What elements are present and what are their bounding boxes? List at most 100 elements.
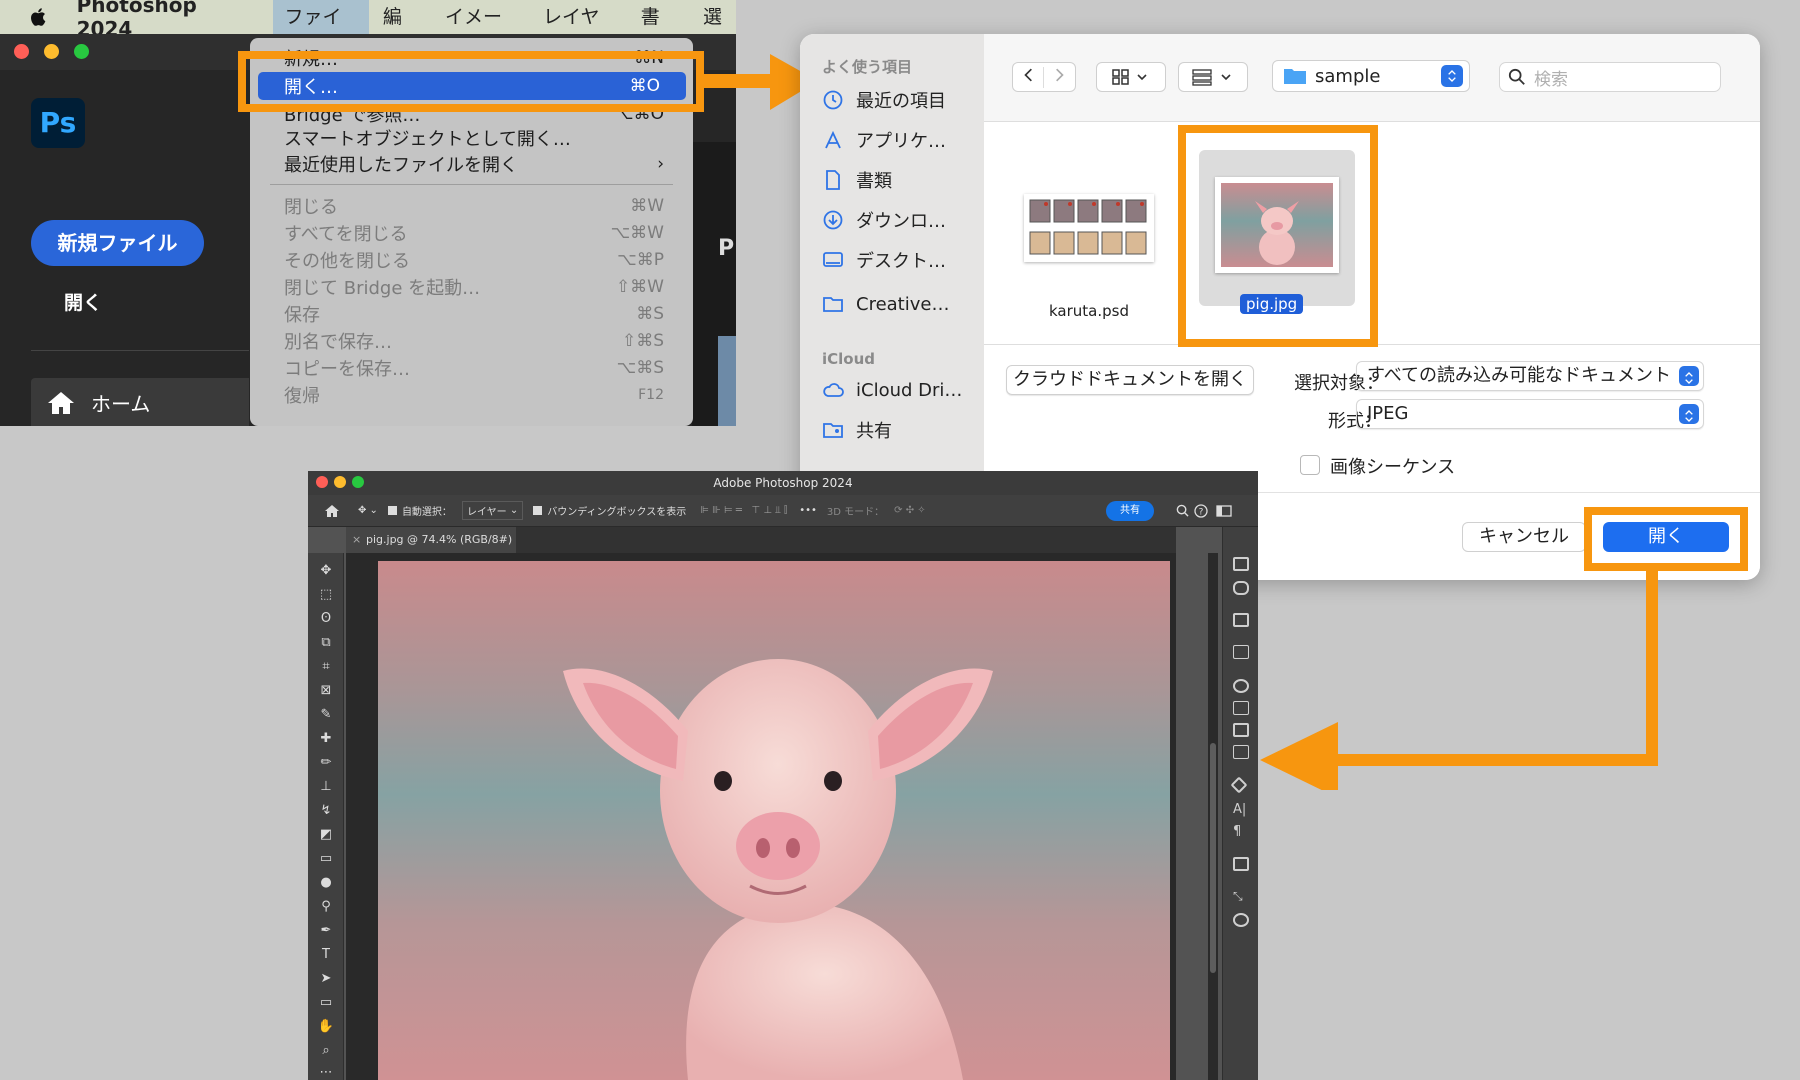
- menu-image[interactable]: イメージ: [433, 0, 529, 62]
- search-field[interactable]: 検索: [1499, 62, 1721, 92]
- folder-popup[interactable]: sample: [1272, 60, 1470, 92]
- recent-thumbnail[interactable]: [718, 336, 736, 426]
- paragraph-panel-icon[interactable]: ¶: [1233, 825, 1249, 839]
- crop-tool-icon[interactable]: ⌗: [316, 659, 336, 675]
- channels-panel-icon[interactable]: [1233, 913, 1249, 927]
- rectangle-tool-icon[interactable]: ▭: [316, 995, 336, 1011]
- healing-brush-tool-icon[interactable]: ✚: [316, 731, 336, 747]
- paths-panel-icon[interactable]: ⤡: [1233, 889, 1249, 903]
- minimize-window-icon[interactable]: [334, 476, 346, 488]
- character-panel-icon[interactable]: A|: [1233, 803, 1249, 817]
- forward-icon[interactable]: [1044, 67, 1075, 88]
- scrollbar-thumb[interactable]: [1210, 743, 1216, 973]
- auto-select-checkbox[interactable]: 自動選択：: [387, 503, 452, 518]
- pen-tool-icon[interactable]: ✒: [316, 923, 336, 939]
- minimize-window-icon[interactable]: [44, 44, 59, 59]
- align-icons[interactable]: ⊫ ⊪ ⊨ ═ ⊤ ⊥ ⫫ ⫿: [700, 505, 787, 516]
- menu-item-revert[interactable]: 復帰 F12: [284, 383, 664, 407]
- menu-file[interactable]: ファイル: [272, 0, 369, 62]
- sidebar-item-desktop[interactable]: デスクト…: [822, 246, 946, 274]
- sidebar-item-icloud-drive[interactable]: iCloud Dri…: [822, 376, 962, 404]
- more-tools-icon[interactable]: ⋯: [316, 1065, 336, 1080]
- zoom-window-icon[interactable]: [74, 44, 89, 59]
- layers-panel-icon[interactable]: [1230, 776, 1248, 794]
- menu-item-close-others[interactable]: その他を閉じる ⌥⌘P: [284, 248, 664, 272]
- image-sequence-checkbox[interactable]: [1300, 455, 1320, 475]
- 3d-panel-icon[interactable]: [1233, 857, 1249, 871]
- open-link[interactable]: 開く: [64, 288, 102, 315]
- sidebar-item-creative[interactable]: Creative…: [822, 290, 949, 318]
- format-select[interactable]: JPEG: [1356, 399, 1704, 429]
- history-panel-icon[interactable]: [1233, 557, 1249, 571]
- hand-tool-icon[interactable]: ✋: [316, 1019, 336, 1035]
- properties-panel-icon[interactable]: [1233, 613, 1249, 627]
- menu-item-open-recent[interactable]: 最近使用したファイルを開く ›: [284, 152, 664, 176]
- close-window-icon[interactable]: [316, 476, 328, 488]
- zoom-window-icon[interactable]: [352, 476, 364, 488]
- patterns-panel-icon[interactable]: [1233, 745, 1249, 759]
- eraser-tool-icon[interactable]: ◩: [316, 827, 336, 843]
- canvas-image[interactable]: [378, 561, 1170, 1080]
- dodge-tool-icon[interactable]: ⚲: [316, 899, 336, 915]
- document-tab[interactable]: × pig.jpg @ 74.4% (RGB/8#): [346, 527, 516, 553]
- help-icon[interactable]: ?: [1194, 503, 1208, 518]
- adjustments-panel-icon[interactable]: [1233, 645, 1249, 659]
- file-name[interactable]: karuta.psd: [1019, 302, 1159, 320]
- blur-tool-icon[interactable]: ●: [316, 875, 336, 891]
- type-tool-icon[interactable]: T: [316, 947, 336, 963]
- menu-item-open-as-smart-object[interactable]: スマートオブジェクトとして開く…: [284, 126, 664, 150]
- menu-item-save[interactable]: 保存 ⌘S: [284, 302, 664, 326]
- view-mode-button[interactable]: [1096, 62, 1166, 92]
- menu-item-save-as[interactable]: 別名で保存… ⇧⌘S: [284, 329, 664, 353]
- comments-panel-icon[interactable]: [1233, 581, 1249, 595]
- object-selection-tool-icon[interactable]: ⧉: [316, 635, 336, 651]
- menu-layer[interactable]: レイヤー: [531, 0, 627, 62]
- menu-item-close[interactable]: 閉じる ⌘W: [284, 194, 664, 218]
- gradient-tool-icon[interactable]: ▭: [316, 851, 336, 867]
- path-selection-tool-icon[interactable]: ➤: [316, 971, 336, 987]
- menu-edit[interactable]: 編集: [371, 0, 431, 62]
- sidebar-item-downloads[interactable]: ダウンロ…: [822, 206, 946, 234]
- move-tool-icon[interactable]: ✥: [316, 563, 336, 579]
- sidebar-item-applications[interactable]: アプリケ…: [822, 126, 946, 154]
- bounding-box-checkbox[interactable]: バウンディングボックスを表示: [533, 503, 686, 518]
- share-button[interactable]: 共有: [1106, 501, 1154, 521]
- cancel-button[interactable]: キャンセル: [1462, 522, 1586, 552]
- close-window-icon[interactable]: [14, 44, 29, 59]
- zoom-tool-icon[interactable]: ⌕: [316, 1043, 336, 1059]
- menu-item-close-and-go-to-bridge[interactable]: 閉じて Bridge を起動… ⇧⌘W: [284, 275, 664, 299]
- new-file-button[interactable]: 新規ファイル: [31, 220, 204, 266]
- sidebar-item-documents[interactable]: 書類: [822, 166, 892, 194]
- lasso-tool-icon[interactable]: ʘ: [316, 611, 336, 627]
- menu-item-save-a-copy[interactable]: コピーを保存… ⌥⌘S: [284, 356, 664, 380]
- history-brush-tool-icon[interactable]: ↯: [316, 803, 336, 819]
- sidebar-item-recents[interactable]: 最近の項目: [822, 86, 946, 114]
- menu-select[interactable]: 選: [691, 0, 734, 34]
- move-tool-icon[interactable]: ✥ ⌄: [358, 505, 378, 516]
- open-cloud-documents-button[interactable]: クラウドドキュメントを開く: [1006, 365, 1254, 395]
- more-icon[interactable]: •••: [799, 505, 817, 516]
- sidebar-item-home[interactable]: ホーム: [31, 378, 249, 426]
- brush-tool-icon[interactable]: ✏: [316, 755, 336, 771]
- swatches-panel-icon[interactable]: [1233, 701, 1249, 715]
- layer-select[interactable]: レイヤー ⌄: [461, 501, 524, 520]
- apple-icon[interactable]: [28, 6, 55, 28]
- marquee-tool-icon[interactable]: ⬚: [316, 587, 336, 603]
- enable-select[interactable]: すべての読み込み可能なドキュメント: [1356, 361, 1704, 391]
- workspace-icon[interactable]: [1216, 504, 1232, 517]
- gradients-panel-icon[interactable]: [1233, 723, 1249, 737]
- close-tab-icon[interactable]: ×: [352, 527, 361, 553]
- menu-type[interactable]: 書式: [629, 0, 689, 62]
- frame-tool-icon[interactable]: ⊠: [316, 683, 336, 699]
- group-button[interactable]: [1178, 62, 1248, 92]
- back-icon[interactable]: [1013, 66, 1045, 88]
- 3d-tools-icons[interactable]: ⟳ ✣ ✧: [894, 505, 926, 516]
- eyedropper-tool-icon[interactable]: ✎: [316, 707, 336, 723]
- menu-item-close-all[interactable]: すべてを閉じる ⌥⌘W: [284, 221, 664, 245]
- file-thumbnail-karuta[interactable]: [1024, 194, 1154, 262]
- color-panel-icon[interactable]: [1233, 679, 1249, 693]
- home-icon[interactable]: [324, 504, 340, 518]
- sidebar-item-shared[interactable]: 共有: [822, 416, 892, 444]
- search-icon[interactable]: [1176, 504, 1189, 517]
- stamp-tool-icon[interactable]: ⊥: [316, 779, 336, 795]
